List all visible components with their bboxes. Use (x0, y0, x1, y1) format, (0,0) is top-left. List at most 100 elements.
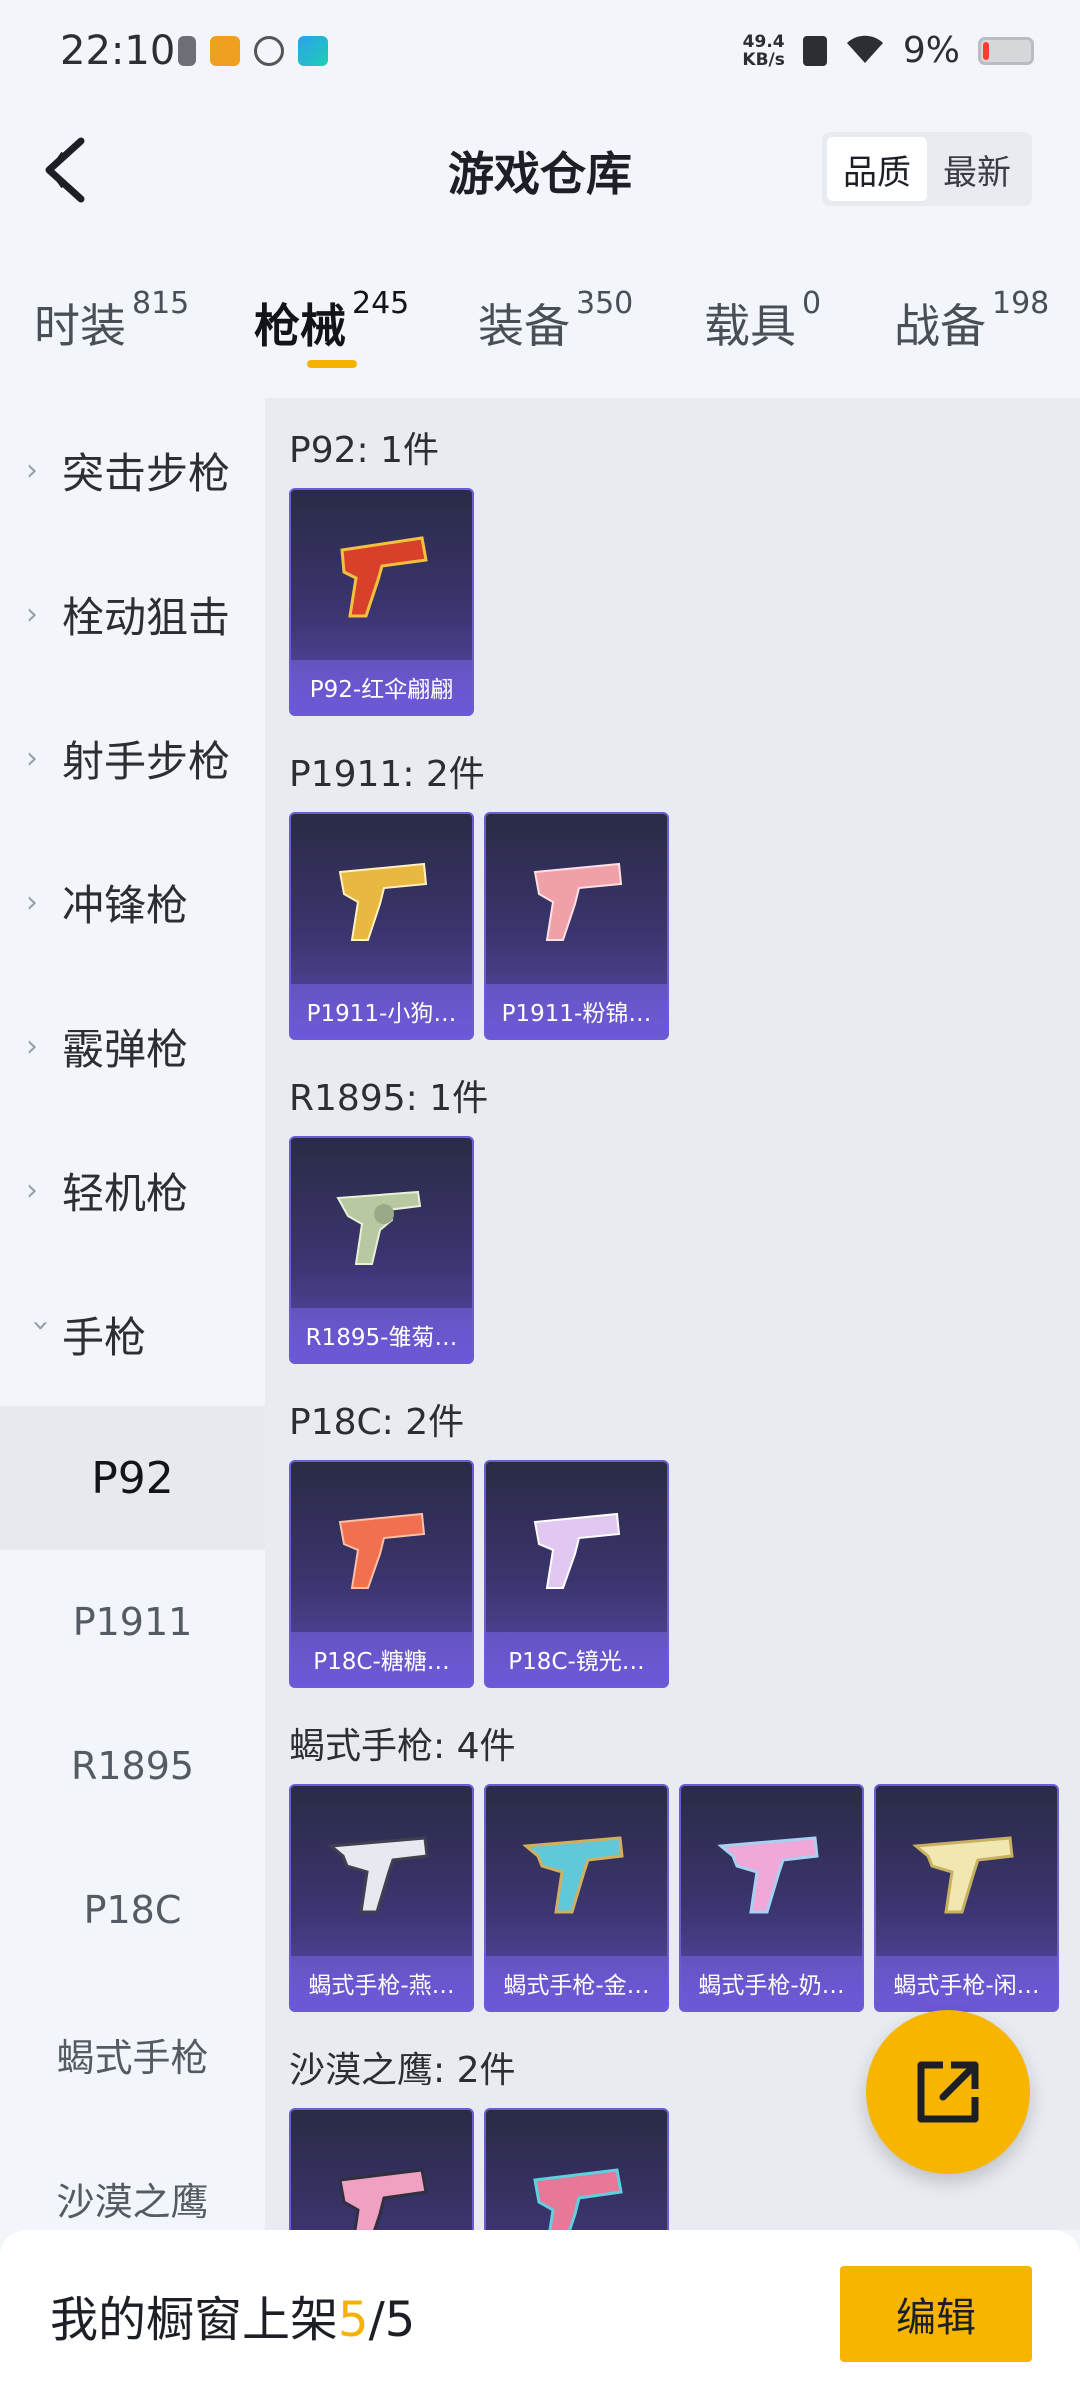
share-button[interactable] (866, 2010, 1030, 2174)
sidebar-item-smg[interactable]: › 冲锋枪 (0, 830, 265, 974)
sidebar-subitem-r1895[interactable]: R1895 (0, 1694, 265, 1838)
battery-percent: 9% (902, 30, 960, 71)
sync-icon (254, 36, 284, 66)
skin-card[interactable]: P18C-镜光… (484, 1460, 669, 1688)
skin-card-label: P92-红伞翩翩 (291, 660, 472, 714)
app-notification-icon (210, 36, 240, 66)
tab-label: 枪械 (254, 299, 346, 353)
group-title: R1895: 1件 (289, 1078, 489, 1119)
tab-count: 245 (352, 286, 410, 321)
card-row: P1911-小狗… P1911-粉锦… (289, 812, 1080, 1046)
smg-image-icon (681, 1786, 862, 1956)
skin-card[interactable]: 蝎式手枪-奶… (679, 1784, 864, 2012)
showcase-current-count: 5 (338, 2292, 369, 2348)
sidebar-subitem-p18c[interactable]: P18C (0, 1838, 265, 1982)
sim-off-icon (802, 35, 827, 66)
tab-guns[interactable]: 枪械 245 (254, 286, 409, 356)
sidebar-item-label: 霰弹枪 (62, 1024, 189, 1074)
skin-card[interactable]: R1895-雏菊… (289, 1136, 474, 1364)
status-time: 22:10 (60, 28, 176, 74)
tab-fashion[interactable]: 时装 815 (34, 286, 189, 356)
skin-card[interactable] (484, 2108, 669, 2230)
skin-card[interactable]: P92-红伞翩翩 (289, 488, 474, 716)
skin-card-label: P1911-粉锦… (486, 984, 667, 1038)
skin-card[interactable]: P1911-小狗… (289, 812, 474, 1040)
sidebar-item-label: 栓动狙击 (62, 592, 231, 642)
skin-card-label: 蝎式手枪-奶… (681, 1956, 862, 2010)
sidebar-item-label: 突击步枪 (62, 448, 231, 498)
tab-count: 198 (992, 286, 1050, 321)
chevron-right-icon: › (26, 740, 38, 776)
skin-card-label: 蝎式手枪-金… (486, 1956, 667, 2010)
skin-card-label: 蝎式手枪-闲… (876, 1956, 1057, 2010)
category-tabs: 时装 815 枪械 245 装备 350 载具 0 战备 198 (0, 280, 1080, 380)
smg-image-icon (291, 1786, 472, 1956)
sidebar-subitem-scorpion[interactable]: 蝎式手枪 (0, 1982, 265, 2126)
sidebar-item-shotgun[interactable]: › 霰弹枪 (0, 974, 265, 1118)
weapon-category-sidebar: › 突击步枪 › 栓动狙击 › 射手步枪 › 冲锋枪 › 霰弹枪 › 轻机枪 ›… (0, 398, 265, 2230)
sort-quality-button[interactable]: 品质 (827, 137, 927, 201)
skin-card-label: P1911-小狗… (291, 984, 472, 1038)
card-row: R1895-雏菊… (289, 1136, 1080, 1370)
sidebar-subitem-p92[interactable]: P92 (0, 1406, 265, 1550)
sidebar-item-label: 射手步枪 (62, 736, 231, 786)
card-row: 蝎式手枪-燕… 蝎式手枪-金… 蝎式手枪-奶… 蝎式手枪-闲… (289, 1784, 1080, 2018)
skin-card[interactable]: 蝎式手枪-金… (484, 1784, 669, 2012)
status-bar: 22:10 49.4 KB/s 9% (0, 0, 1080, 110)
skin-card-label: P18C-镜光… (486, 1632, 667, 1686)
sidebar-subitem-p1911[interactable]: P1911 (0, 1550, 265, 1694)
skin-card[interactable] (289, 2108, 474, 2230)
showcase-total-count: 5 (384, 2292, 416, 2348)
sort-toggle: 品质 最新 (822, 132, 1032, 206)
header: 游戏仓库 品质 最新 (0, 110, 1080, 230)
sidebar-item-label: 轻机枪 (62, 1168, 189, 1218)
skin-card-label: 蝎式手枪-燕… (291, 1956, 472, 2010)
edit-button[interactable]: 编辑 (840, 2266, 1032, 2362)
pistol-image-icon (291, 814, 472, 984)
active-tab-indicator (307, 360, 357, 368)
chevron-right-icon: › (26, 1172, 38, 1208)
sidebar-item-bolt-sniper[interactable]: › 栓动狙击 (0, 542, 265, 686)
pistol-image-icon (291, 490, 472, 660)
warehouse-screen: 22:10 49.4 KB/s 9% 游戏仓库 品质 最新 时装 815 枪械 … (0, 0, 1080, 2400)
pistol-image-icon (486, 1462, 667, 1632)
smg-image-icon (486, 1786, 667, 1956)
tab-label: 装备 (478, 299, 570, 353)
battery-saver-icon (178, 36, 196, 66)
revolver-image-icon (291, 1138, 472, 1308)
group-r1895: R1895: 1件 R1895-雏菊… (265, 1046, 1080, 1370)
sidebar-item-lmg[interactable]: › 轻机枪 (0, 1118, 265, 1262)
tab-label: 战备 (894, 299, 986, 353)
skin-card-label: R1895-雏菊… (291, 1308, 472, 1362)
tab-gear[interactable]: 战备 198 (894, 286, 1049, 356)
tab-count: 815 (132, 286, 190, 321)
skin-card[interactable]: P18C-糖糖… (289, 1460, 474, 1688)
skin-card[interactable]: 蝎式手枪-燕… (289, 1784, 474, 2012)
group-p18c: P18C: 2件 P18C-糖糖… P18C-镜光… (265, 1370, 1080, 1694)
tab-vehicles[interactable]: 载具 0 (704, 286, 821, 356)
chevron-right-icon: › (26, 884, 38, 920)
status-right: 49.4 KB/s 9% (742, 30, 1034, 71)
pistol-image-icon (291, 1462, 472, 1632)
tab-equipment[interactable]: 装备 350 (478, 286, 633, 356)
chevron-right-icon: › (26, 452, 38, 488)
tab-label: 时装 (34, 299, 126, 353)
sidebar-subitem-desert-eagle[interactable]: 沙漠之鹰 (0, 2126, 265, 2230)
skin-card[interactable]: P1911-粉锦… (484, 812, 669, 1040)
sort-newest-button[interactable]: 最新 (927, 137, 1027, 201)
group-p92: P92: 1件 P92-红伞翩翩 (265, 398, 1080, 722)
skin-card[interactable]: 蝎式手枪-闲… (874, 1784, 1059, 2012)
skin-list: P92: 1件 P92-红伞翩翩 P1911: 2件 P1911-小狗… P19… (265, 398, 1080, 2230)
sidebar-item-assault-rifle[interactable]: › 突击步枪 (0, 398, 265, 542)
showcase-separator: / (368, 2292, 385, 2348)
card-row: P92-红伞翩翩 (289, 488, 1080, 722)
group-title: P1911: 2件 (289, 754, 485, 795)
sidebar-item-label: 手枪 (62, 1312, 147, 1362)
battery-icon (978, 36, 1034, 65)
sidebar-item-pistol[interactable]: › 手枪 (0, 1262, 265, 1406)
wifi-icon (845, 33, 885, 69)
skin-card-label: P18C-糖糖… (291, 1632, 472, 1686)
net-speed-unit: KB/s (742, 49, 785, 70)
group-scorpion: 蝎式手枪: 4件 蝎式手枪-燕… 蝎式手枪-金… 蝎式手枪-奶… 蝎式手枪-闲… (265, 1694, 1080, 2018)
sidebar-item-marksman-rifle[interactable]: › 射手步枪 (0, 686, 265, 830)
